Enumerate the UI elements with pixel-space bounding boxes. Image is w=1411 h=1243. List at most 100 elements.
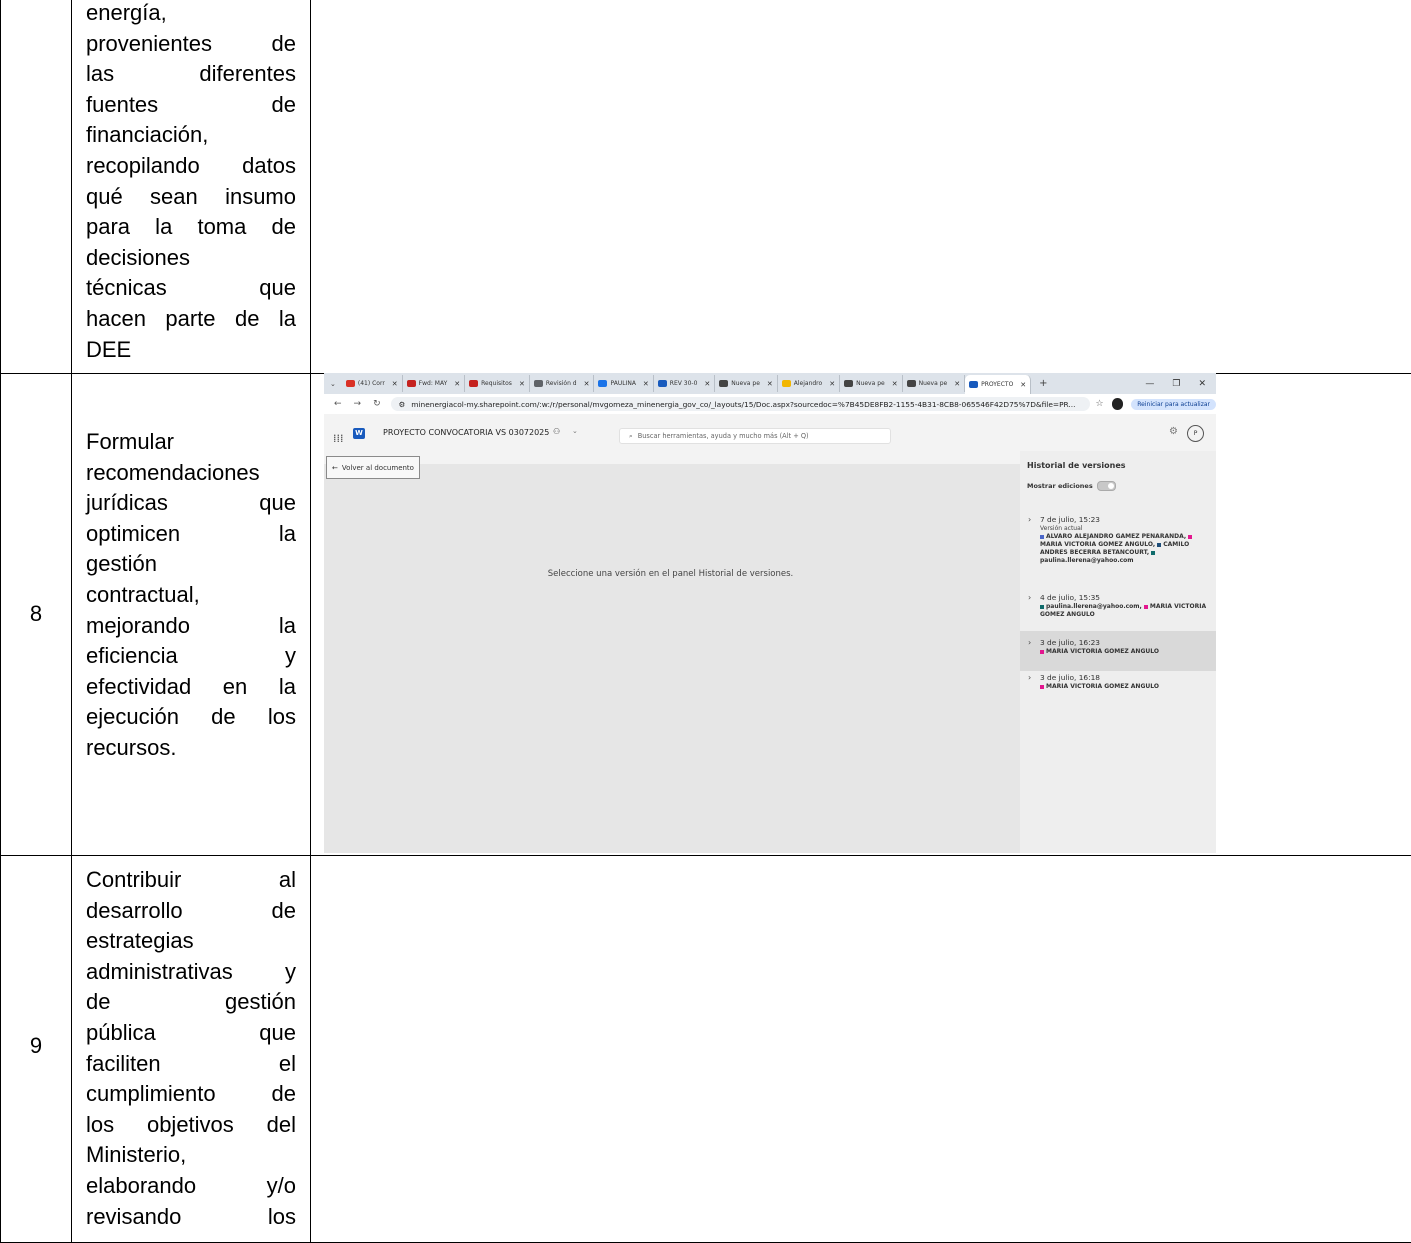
tab-label: PROYECTO (981, 381, 1014, 388)
text-line: eficiencia y (86, 643, 296, 669)
reload-icon[interactable]: ↻ (373, 399, 381, 409)
window-controls: — ❐ ✕ (1145, 379, 1216, 389)
browser-tab[interactable]: Requisitos ✕ (465, 375, 530, 392)
version-entry[interactable]: › 3 de julio, 16:18 MARIA VICTORIA GOMEZ A… (1020, 671, 1216, 701)
tab-close-icon[interactable]: ✕ (392, 380, 398, 388)
bookmark-star-icon[interactable]: ☆ (1096, 399, 1104, 409)
tab-close-icon[interactable]: ✕ (1020, 381, 1026, 389)
tab-favicon-icon (598, 380, 608, 387)
row-2-function-text: Formular recomendaciones jurídicas que o… (86, 427, 296, 764)
browser-tab[interactable]: Nueva pe ✕ (715, 375, 778, 392)
tab-close-icon[interactable]: ✕ (892, 380, 898, 388)
profile-icon[interactable] (1111, 398, 1124, 410)
show-edits-toggle[interactable] (1096, 481, 1116, 491)
version-date: 4 de julio, 15:35 (1040, 593, 1101, 602)
version-entry[interactable]: › 7 de julio, 15:23 Versión actual ALVARO A… (1020, 513, 1216, 583)
text-line: recomendaciones (86, 459, 260, 485)
browser-tab[interactable]: Fwd: MAY ✕ (403, 375, 466, 392)
version-entry[interactable]: › 4 de julio, 15:35 paulina.llerena@yahoo.… (1020, 591, 1216, 625)
author-color-marker (1040, 649, 1044, 654)
tab-favicon-icon (469, 380, 479, 387)
text-line: las diferentes (86, 61, 296, 87)
browser-tab[interactable]: REV 30-0 ✕ (654, 375, 716, 392)
avatar[interactable]: P (1187, 425, 1204, 442)
app-launcher-icon[interactable]: ⁞⁞⁞ (333, 432, 344, 445)
url-field[interactable]: ⚙ minenergiacol-my.sharepoint.com/:w:/r/… (390, 397, 1090, 411)
tab-close-icon[interactable]: ✕ (829, 380, 835, 388)
browser-tab[interactable]: Nueva pe ✕ (840, 375, 903, 392)
text-line: desarrollo de (86, 897, 296, 923)
tab-close-icon[interactable]: ✕ (584, 380, 590, 388)
text-line: gestión (86, 551, 157, 577)
share-people-icon[interactable]: ⚇ (553, 427, 560, 436)
text-line: técnicas que (86, 275, 296, 301)
browser-tab[interactable]: Nueva pe ✕ (903, 375, 966, 392)
text-line: decisiones (86, 244, 190, 270)
browser-tab[interactable]: Revisión d ✕ (530, 375, 595, 392)
text-line: ejecución de los (86, 704, 296, 730)
version-status: Versión actual (1040, 525, 1083, 532)
nav-buttons: ← → ↻ (324, 399, 381, 409)
tab-label: Nueva pe (731, 380, 760, 387)
row-3-number: 9 (29, 1033, 43, 1058)
browser-tab[interactable]: PAULINA ✕ (594, 375, 654, 392)
site-settings-icon[interactable]: ⚙ (399, 400, 406, 409)
word-logo-icon: W (353, 428, 365, 439)
tab-label: Nueva pe (918, 380, 948, 387)
text-line: elaborando y/o (86, 1172, 296, 1198)
tab-close-icon[interactable]: ✕ (704, 380, 710, 388)
settings-gear-icon[interactable]: ⚙ (1169, 426, 1178, 437)
version-authors: ALVARO ALEJANDRO GAMEZ PENARANDA, MARIA … (1040, 533, 1208, 565)
row-2-number: 8 (29, 601, 43, 626)
browser-tab[interactable]: PROYECTO ✕ (965, 375, 1032, 394)
tab-label: REV 30-0 (669, 380, 698, 387)
chevron-down-icon[interactable]: ⌄ (572, 427, 578, 435)
embedded-screenshot: ⌄ (41) Corr ✕ Fwd: MAY ✕ Requisitos ✕ Revisión… (324, 373, 1216, 853)
tab-favicon-icon (406, 380, 416, 387)
search-input[interactable]: ⌕ Buscar herramientas, ayuda y mucho más… (619, 428, 891, 444)
update-button[interactable]: Reiniciar para actualizar (1131, 398, 1216, 410)
text-line: provenientes de (86, 30, 296, 56)
minimize-icon[interactable]: — (1145, 379, 1154, 389)
row-3-function-text: Contribuir al desarrollo de estrategias … (86, 865, 296, 1232)
text-line: cumplimiento de (86, 1081, 296, 1107)
new-tab-icon[interactable]: + (1031, 378, 1055, 389)
chevron-right-icon[interactable]: › (1028, 593, 1031, 602)
tab-close-icon[interactable]: ✕ (454, 380, 460, 388)
show-edits-row: Mostrar ediciones (1027, 481, 1116, 491)
author-color-marker (1040, 534, 1044, 539)
author-color-marker (1040, 684, 1044, 689)
search-placeholder: Buscar herramientas, ayuda y mucho más (… (637, 432, 809, 440)
browser-tab-bar: ⌄ (41) Corr ✕ Fwd: MAY ✕ Requisitos ✕ Revisión… (324, 373, 1216, 394)
document-title[interactable]: PROYECTO CONVOCATORIA VS 03072025 (383, 428, 549, 437)
text-line: jurídicas que (86, 490, 296, 516)
version-date: 3 de julio, 16:23 (1040, 638, 1101, 647)
close-icon[interactable]: ✕ (1198, 379, 1206, 389)
back-to-document-button[interactable]: ← Volver al documento (326, 456, 420, 479)
chevron-right-icon[interactable]: › (1028, 638, 1031, 647)
text-line: Ministerio, (86, 1142, 187, 1168)
tab-search-icon[interactable]: ⌄ (324, 380, 342, 388)
tab-label: Fwd: MAY (418, 380, 448, 387)
chevron-right-icon[interactable]: › (1028, 673, 1031, 682)
url-text: minenergiacol-my.sharepoint.com/:w:/r/pe… (411, 399, 1076, 409)
tab-label: Revisión d (545, 380, 577, 387)
tab-close-icon[interactable]: ✕ (643, 380, 649, 388)
tab-label: Alejandro (793, 380, 823, 387)
text-line: estrategias (86, 928, 194, 954)
forward-arrow-icon[interactable]: → (354, 399, 362, 409)
browser-tab[interactable]: (41) Corr ✕ (342, 375, 403, 392)
tab-close-icon[interactable]: ✕ (954, 380, 960, 388)
chevron-right-icon[interactable]: › (1028, 515, 1031, 524)
version-entry[interactable]: › 3 de julio, 16:23 MARIA VICTORIA GOMEZ A… (1020, 631, 1216, 671)
restore-icon[interactable]: ❐ (1172, 379, 1180, 389)
text-line: revisando los (86, 1203, 296, 1229)
back-arrow-icon[interactable]: ← (334, 399, 342, 409)
browser-tab[interactable]: Alejandro ✕ (778, 375, 841, 392)
author-color-marker (1151, 550, 1156, 555)
tab-favicon-icon (844, 380, 854, 387)
row-1-function-text: energía, provenientes de las diferentes … (86, 0, 296, 365)
tab-close-icon[interactable]: ✕ (767, 380, 773, 388)
tab-favicon-icon (781, 380, 791, 387)
tab-close-icon[interactable]: ✕ (519, 380, 525, 388)
